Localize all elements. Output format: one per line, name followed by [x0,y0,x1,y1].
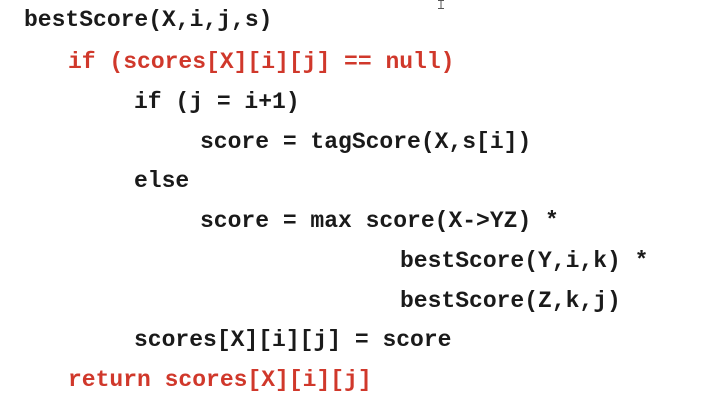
code-line-store-score: scores[X][i][j] = score [134,327,452,353]
code-line-else: else [134,168,190,194]
code-line-return: return scores[X][i][j] [68,367,372,393]
text-cursor-icon [438,0,444,9]
code-line-if-null-check: if (scores[X][i][j] == null) [68,49,455,75]
code-line-if-span-one: if (j = i+1) [134,89,300,115]
code-line-tag-score: score = tagScore(X,s[i]) [200,129,532,155]
code-line-max-score: score = max score(X->YZ) * [200,208,559,234]
code-line-function-signature: bestScore(X,i,j,s) [24,7,273,33]
code-line-best-score-z: bestScore(Z,k,j) [400,288,621,314]
code-line-best-score-y: bestScore(Y,i,k) * [400,248,649,274]
code-slide: bestScore(X,i,j,s) if (scores[X][i][j] =… [0,0,717,403]
